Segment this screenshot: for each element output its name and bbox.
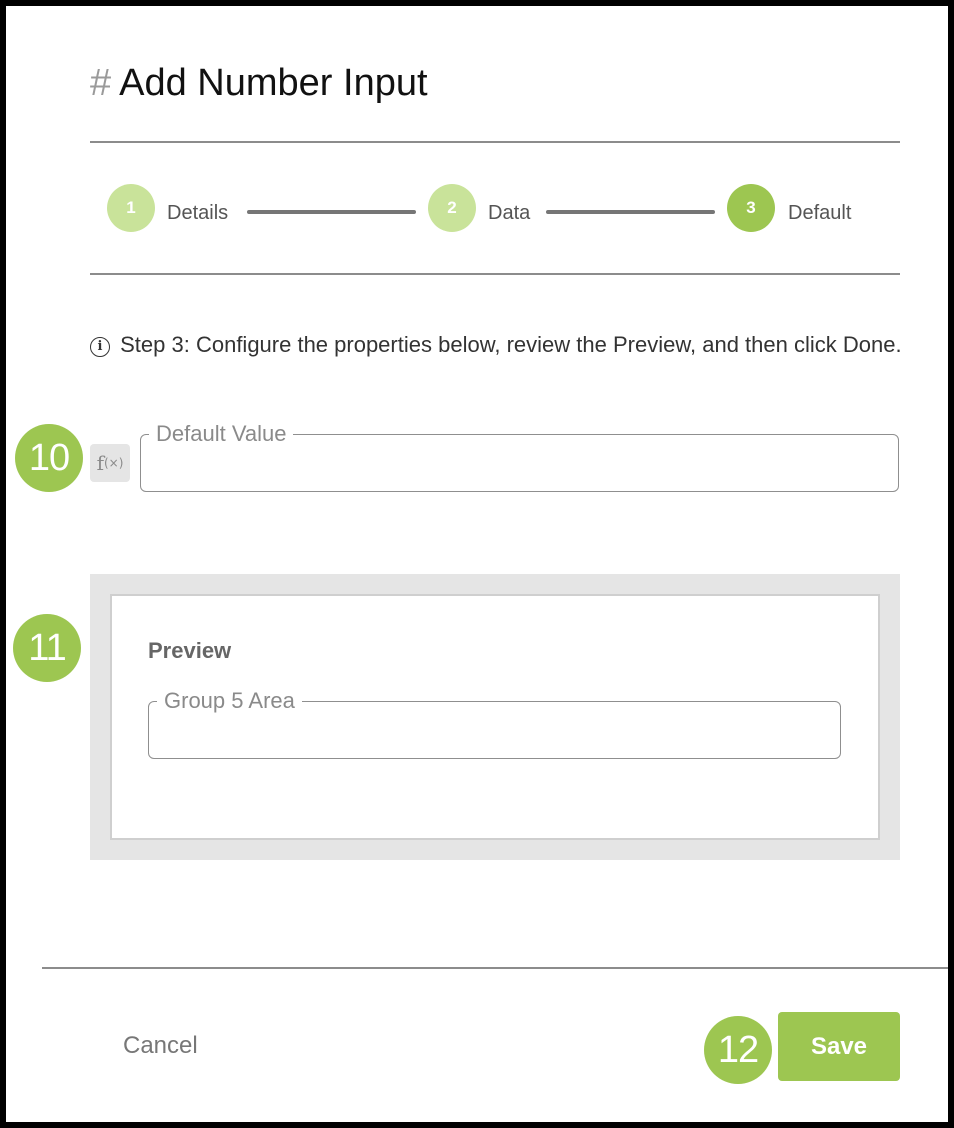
info-icon: i xyxy=(90,336,110,357)
dialog-header: # Add Number Input xyxy=(90,62,428,105)
step-3-label[interactable]: Default xyxy=(788,202,851,225)
step-2-number: 2 xyxy=(447,198,457,217)
step-connector-1 xyxy=(247,210,416,214)
preview-card: Preview Group 5 Area xyxy=(110,594,880,840)
step-1-label[interactable]: Details xyxy=(167,202,228,225)
callout-badge-12: 12 xyxy=(704,1016,772,1084)
callout-badge-10: 10 xyxy=(15,424,83,492)
fx-letter: f xyxy=(96,451,104,475)
cancel-button[interactable]: Cancel xyxy=(123,1032,198,1060)
header-divider xyxy=(90,141,900,143)
callout-11-text: 11 xyxy=(28,626,66,669)
step-1-number: 1 xyxy=(126,198,136,217)
step-instructions-text: Step 3: Configure the properties below, … xyxy=(120,332,902,357)
default-value-label: Default Value xyxy=(149,421,294,447)
footer-divider xyxy=(42,967,948,969)
callout-12-text: 12 xyxy=(717,1028,759,1071)
default-value-field[interactable]: Default Value xyxy=(140,421,899,492)
preview-field-label: Group 5 Area xyxy=(157,688,302,714)
stepper-divider xyxy=(90,273,900,275)
step-3-circle[interactable]: 3 xyxy=(727,184,775,232)
save-button[interactable]: Save xyxy=(778,1012,900,1081)
hash-icon: # xyxy=(90,62,112,104)
callout-badge-11: 11 xyxy=(13,614,81,682)
preview-group-5-area-field[interactable]: Group 5 Area xyxy=(148,688,841,759)
step-connector-2 xyxy=(546,210,715,214)
step-2-label[interactable]: Data xyxy=(488,202,530,225)
step-instructions: i Step 3: Configure the properties below… xyxy=(90,326,910,363)
preview-title: Preview xyxy=(148,638,232,663)
step-2-circle[interactable]: 2 xyxy=(428,184,476,232)
function-icon[interactable]: f (×) xyxy=(90,444,130,482)
dialog-title: Add Number Input xyxy=(119,62,428,104)
step-3-number: 3 xyxy=(746,198,756,217)
step-1-circle[interactable]: 1 xyxy=(107,184,155,232)
add-number-input-dialog: # Add Number Input 1 Details 2 Data 3 De… xyxy=(6,6,948,1122)
callout-10-text: 10 xyxy=(28,436,70,479)
fx-sub: (×) xyxy=(103,456,124,470)
preview-panel: Preview Group 5 Area xyxy=(90,574,900,860)
